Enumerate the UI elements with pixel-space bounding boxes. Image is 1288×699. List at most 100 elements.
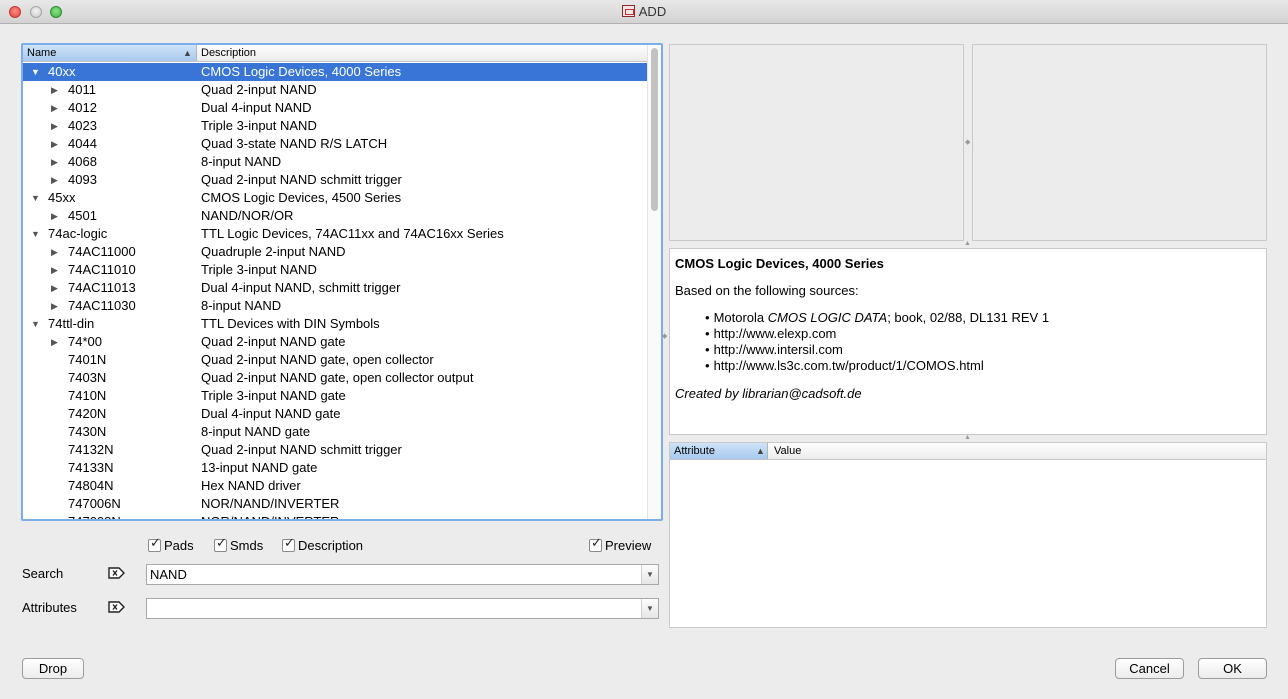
symbol-preview (669, 44, 964, 241)
window-title: ADD (638, 4, 667, 19)
source-item: http://www.elexp.com (705, 326, 1266, 342)
tree-row[interactable]: ▶ 74*00 Quad 2-input NAND gate (23, 333, 647, 351)
tree-row-name: 7401N (68, 352, 107, 367)
tree-row-description: 8-input NAND (201, 154, 282, 169)
tree-row[interactable]: ▶ 4011 Quad 2-input NAND (23, 81, 647, 99)
tree-row-name: 74ac-logic (48, 226, 108, 241)
tree-row[interactable]: ▶ 74AC11013 Dual 4-input NAND, schmitt tri… (23, 279, 647, 297)
tree-row-description: TTL Devices with DIN Symbols (201, 316, 380, 331)
tree-row-name: 7403N (68, 370, 107, 385)
collapsed-triangle-icon[interactable]: ▶ (51, 261, 58, 279)
collapsed-triangle-icon[interactable]: ▶ (51, 171, 58, 189)
tree-row[interactable]: ▼ 45xx CMOS Logic Devices, 4500 Series (23, 189, 647, 207)
source-item-prefix: http://www.intersil.com (713, 342, 843, 357)
tree-row[interactable]: ▼ 74ttl-din TTL Devices with DIN Symbols (23, 315, 647, 333)
cancel-button[interactable]: Cancel (1115, 658, 1184, 679)
tree-row-description: Quad 2-input NAND gate, open collector (201, 352, 434, 367)
attribute-sort-ascending-icon: ▲ (756, 446, 765, 456)
tree-row-name: 74AC11013 (68, 280, 136, 295)
collapsed-triangle-icon[interactable]: ▶ (51, 243, 58, 261)
tree-row[interactable]: 7401N Quad 2-input NAND gate, open collec… (23, 351, 647, 369)
tree-row-name: 74*00 (68, 334, 102, 349)
tree-row[interactable]: 74133N 13-input NAND gate (23, 459, 647, 477)
tree-row-description: CMOS Logic Devices, 4000 Series (201, 64, 402, 79)
tree-row[interactable]: ▶ 4501 NAND/NOR/OR (23, 207, 647, 225)
attribute-column-header[interactable]: Attribute ▲ (670, 443, 768, 459)
collapsed-triangle-icon[interactable]: ▶ (51, 135, 58, 153)
expanded-triangle-icon[interactable]: ▼ (31, 189, 40, 207)
pads-checkbox-box[interactable] (148, 536, 161, 552)
tree-scrollbar[interactable] (647, 45, 661, 519)
collapsed-triangle-icon[interactable]: ▶ (51, 153, 58, 171)
collapsed-triangle-icon[interactable]: ▶ (51, 207, 58, 225)
name-column-header[interactable]: Name ▲ (23, 45, 197, 61)
collapsed-triangle-icon[interactable]: ▶ (51, 333, 58, 351)
library-tree[interactable]: Name ▲ Description ▼ 40xx CMOS Logic Devic… (21, 43, 663, 521)
expanded-triangle-icon[interactable]: ▼ (31, 315, 40, 333)
attributes-dropdown-arrow-icon[interactable]: ▼ (641, 599, 658, 618)
tree-row[interactable]: ▶ 74AC11000 Quadruple 2-input NAND (23, 243, 647, 261)
description-checkbox[interactable]: Description (282, 536, 363, 554)
ok-button[interactable]: OK (1198, 658, 1267, 679)
description-column-label: Description (201, 47, 257, 59)
source-item-suffix: ; book, 02/88, DL131 REV 1 (887, 310, 1050, 325)
preview-checkbox[interactable]: Preview (589, 536, 651, 554)
pads-checkbox[interactable]: Pads (148, 536, 194, 554)
preview-checkbox-box[interactable] (589, 536, 602, 552)
tree-row[interactable]: 747006N NOR/NAND/INVERTER (23, 495, 647, 513)
expanded-triangle-icon[interactable]: ▼ (31, 225, 40, 243)
tree-row[interactable]: 7430N 8-input NAND gate (23, 423, 647, 441)
collapsed-triangle-icon[interactable]: ▶ (51, 279, 58, 297)
tree-row[interactable]: ▶ 74AC11010 Triple 3-input NAND (23, 261, 647, 279)
description-sources-list: Motorola CMOS LOGIC DATA; book, 02/88, D… (705, 310, 1266, 374)
attributes-apply-icon[interactable] (108, 601, 125, 613)
main-splitter-handle[interactable]: ◆ (662, 332, 667, 340)
attributes-combobox[interactable]: ▼ (146, 598, 659, 619)
tree-row-name: 4093 (68, 172, 97, 187)
search-dropdown-arrow-icon[interactable]: ▼ (641, 565, 658, 584)
collapsed-triangle-icon[interactable]: ▶ (51, 117, 58, 135)
tree-scrollbar-thumb[interactable] (651, 48, 658, 211)
preview-bottom-splitter-handle[interactable]: ▲ (964, 240, 971, 247)
search-combobox[interactable]: NAND ▼ (146, 564, 659, 585)
tree-row-description: NOR/NAND/INVERTER (201, 496, 340, 511)
tree-row-description: Triple 3-input NAND gate (201, 388, 346, 403)
smds-checkbox[interactable]: Smds (214, 536, 263, 554)
tree-row[interactable]: ▼ 74ac-logic TTL Logic Devices, 74AC11xx a… (23, 225, 647, 243)
attribute-table[interactable]: Attribute ▲ Value (669, 442, 1267, 628)
drop-button[interactable]: Drop (22, 658, 84, 679)
smds-checkbox-box[interactable] (214, 536, 227, 552)
tree-row-name: 747008N (68, 513, 121, 519)
tree-row[interactable]: ▶ 4012 Dual 4-input NAND (23, 99, 647, 117)
tree-row[interactable]: ▶ 4093 Quad 2-input NAND schmitt trigger (23, 171, 647, 189)
tree-row[interactable]: 74804N Hex NAND driver (23, 477, 647, 495)
preview-splitter-handle[interactable]: ◆ (965, 138, 970, 146)
tree-row[interactable]: 74132N Quad 2-input NAND schmitt trigger (23, 441, 647, 459)
expanded-triangle-icon[interactable]: ▼ (31, 63, 40, 81)
description-splitter-handle[interactable]: ▲ (964, 434, 971, 441)
tree-row[interactable]: ▶ 74AC11030 8-input NAND (23, 297, 647, 315)
tree-row[interactable]: ▶ 4044 Quad 3-state NAND R/S LATCH (23, 135, 647, 153)
description-created-by: Created by librarian@cadsoft.de (675, 386, 862, 401)
tree-row-name: 74132N (68, 442, 114, 457)
search-apply-icon[interactable] (108, 567, 125, 579)
description-column-header[interactable]: Description (198, 45, 256, 59)
description-checkbox-box[interactable] (282, 536, 295, 552)
tree-row[interactable]: ▶ 4068 8-input NAND (23, 153, 647, 171)
tree-row-name: 4068 (68, 154, 97, 169)
tree-row[interactable]: 7410N Triple 3-input NAND gate (23, 387, 647, 405)
tree-row-description: Quad 2-input NAND schmitt trigger (201, 172, 402, 187)
tree-row-description: Triple 3-input NAND (201, 262, 317, 277)
tree-row[interactable]: ▶ 4023 Triple 3-input NAND (23, 117, 647, 135)
tree-row[interactable]: 7420N Dual 4-input NAND gate (23, 405, 647, 423)
tree-row[interactable]: ▼ 40xx CMOS Logic Devices, 4000 Series (23, 63, 647, 81)
collapsed-triangle-icon[interactable]: ▶ (51, 81, 58, 99)
value-column-header[interactable]: Value (770, 443, 801, 457)
collapsed-triangle-icon[interactable]: ▶ (51, 99, 58, 117)
tree-row[interactable]: 7403N Quad 2-input NAND gate, open collec… (23, 369, 647, 387)
tree-row[interactable]: 747008N NOR/NAND/INVERTER (23, 513, 647, 519)
tree-row-name: 40xx (48, 64, 76, 79)
search-input[interactable]: NAND (150, 567, 187, 582)
tree-row-name: 74AC11030 (68, 298, 136, 313)
collapsed-triangle-icon[interactable]: ▶ (51, 297, 58, 315)
